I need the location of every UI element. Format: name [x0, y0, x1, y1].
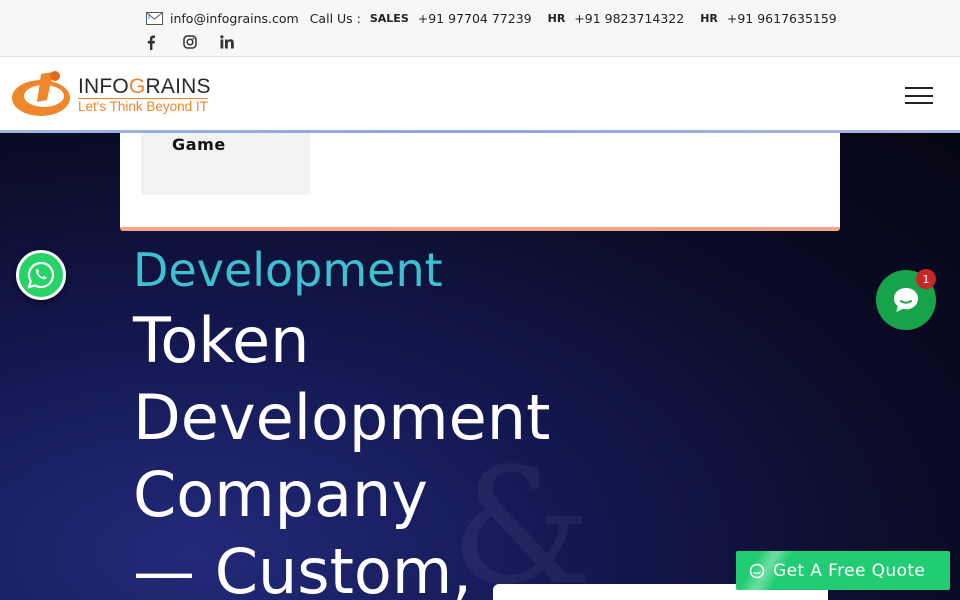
- hero-title-line: Token: [133, 304, 310, 377]
- whatsapp-icon: [27, 261, 55, 289]
- hr-phone-link-2[interactable]: +91 9617635159: [727, 11, 837, 26]
- hero-title: Token Development Company — Custom,: [133, 302, 593, 600]
- button-shine: [736, 551, 796, 590]
- mail-icon: [146, 11, 163, 25]
- linkedin-icon[interactable]: [220, 33, 257, 51]
- hr-tag: HR: [547, 11, 566, 25]
- chat-bubble-icon: [894, 288, 918, 312]
- menu-toggle-button[interactable]: [905, 87, 933, 104]
- dropdown-item-game[interactable]: Game: [141, 133, 310, 195]
- instagram-icon[interactable]: [183, 33, 220, 51]
- top-info-bar: info@infograins.com Call Us : SALES +91 …: [0, 0, 960, 57]
- infograins-logo[interactable]: INFOGRAINS Let's Think Beyond IT: [11, 70, 216, 120]
- sales-tag: SALES: [369, 11, 409, 25]
- hr-tag: HR: [700, 11, 718, 25]
- sales-phone-link[interactable]: +91 97704 77239: [418, 11, 532, 26]
- hero-title-line: Company: [133, 458, 428, 531]
- hero-title-line: Development: [133, 381, 551, 454]
- hamburger-icon: [905, 87, 933, 89]
- hr-phone-link-1[interactable]: +91 9823714322: [574, 11, 684, 26]
- get-free-quote-button[interactable]: Get A Free Quote: [736, 551, 950, 590]
- facebook-icon[interactable]: [146, 33, 183, 51]
- whatsapp-button[interactable]: [16, 250, 66, 300]
- dropdown-item-label: Game: [172, 135, 226, 154]
- email-link[interactable]: info@infograins.com: [170, 11, 299, 26]
- hero-subtitle: Development: [133, 243, 443, 297]
- unread-count-badge: 1: [916, 269, 936, 289]
- logo-mark-icon: [12, 71, 70, 116]
- logo-brand-text: INFOGRAINS: [78, 75, 211, 98]
- social-links: [146, 33, 257, 51]
- call-us-label: Call Us :: [309, 10, 361, 26]
- logo-tagline: Let's Think Beyond IT: [78, 98, 208, 114]
- contact-row: info@infograins.com Call Us : SALES +91 …: [146, 9, 853, 27]
